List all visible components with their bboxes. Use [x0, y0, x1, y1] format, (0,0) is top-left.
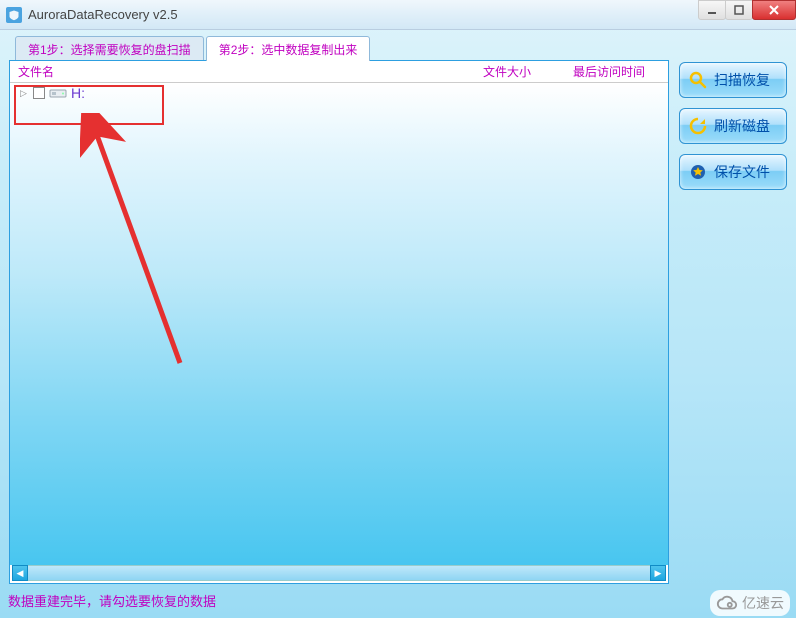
star-folder-icon	[688, 162, 708, 182]
tree-body: ▷ H:	[10, 83, 668, 565]
window-title: AuroraDataRecovery v2.5	[28, 7, 178, 22]
button-label: 保存文件	[714, 162, 770, 182]
drive-label: H:	[71, 85, 85, 101]
close-button[interactable]	[752, 0, 796, 20]
save-file-button[interactable]: 保存文件	[679, 154, 787, 190]
watermark: 亿速云	[710, 590, 790, 616]
scroll-track[interactable]	[28, 565, 650, 581]
tab-step1[interactable]: 第1步：选择需要恢复的盘扫描	[15, 36, 204, 61]
tree-row-drive-h[interactable]: ▷ H:	[10, 83, 668, 103]
status-bar: 数据重建完毕，请勾选要恢复的数据	[8, 591, 216, 610]
button-label: 刷新磁盘	[714, 116, 770, 136]
tab-label: 第1步：选择需要恢复的盘扫描	[28, 43, 191, 57]
checkbox[interactable]	[33, 87, 45, 99]
scroll-left-button[interactable]: ◀	[12, 565, 28, 581]
drive-icon	[49, 87, 67, 99]
client-area: 第1步：选择需要恢复的盘扫描 第2步：选中数据复制出来 文件名 文件大小 最后访…	[9, 34, 787, 584]
cloud-logo-icon	[716, 592, 738, 614]
magnifier-icon	[688, 70, 708, 90]
list-header: 文件名 文件大小 最后访问时间	[10, 61, 668, 83]
window-controls	[699, 0, 796, 20]
tabs: 第1步：选择需要恢复的盘扫描 第2步：选中数据复制出来	[15, 34, 787, 60]
tab-label: 第2步：选中数据复制出来	[219, 43, 358, 57]
refresh-icon	[688, 116, 708, 136]
column-lastaccess[interactable]: 最后访问时间	[573, 63, 668, 80]
scroll-right-button[interactable]: ▶	[650, 565, 666, 581]
button-label: 扫描恢复	[714, 70, 770, 90]
expander-icon[interactable]: ▷	[20, 88, 30, 99]
minimize-button[interactable]	[698, 0, 726, 20]
column-filename[interactable]: 文件名	[10, 63, 483, 80]
file-list-panel: 文件名 文件大小 最后访问时间 ▷ H:	[9, 60, 669, 584]
horizontal-scrollbar[interactable]: ◀ ▶	[12, 565, 666, 581]
scan-recover-button[interactable]: 扫描恢复	[679, 62, 787, 98]
maximize-button[interactable]	[725, 0, 753, 20]
watermark-text: 亿速云	[742, 593, 784, 613]
content-row: 文件名 文件大小 最后访问时间 ▷ H:	[9, 60, 787, 584]
side-buttons: 扫描恢复 刷新磁盘 保存文件	[679, 60, 787, 584]
refresh-disk-button[interactable]: 刷新磁盘	[679, 108, 787, 144]
tab-step2[interactable]: 第2步：选中数据复制出来	[206, 36, 371, 61]
app-icon	[6, 7, 22, 23]
column-filesize[interactable]: 文件大小	[483, 63, 573, 80]
titlebar: AuroraDataRecovery v2.5	[0, 0, 796, 30]
